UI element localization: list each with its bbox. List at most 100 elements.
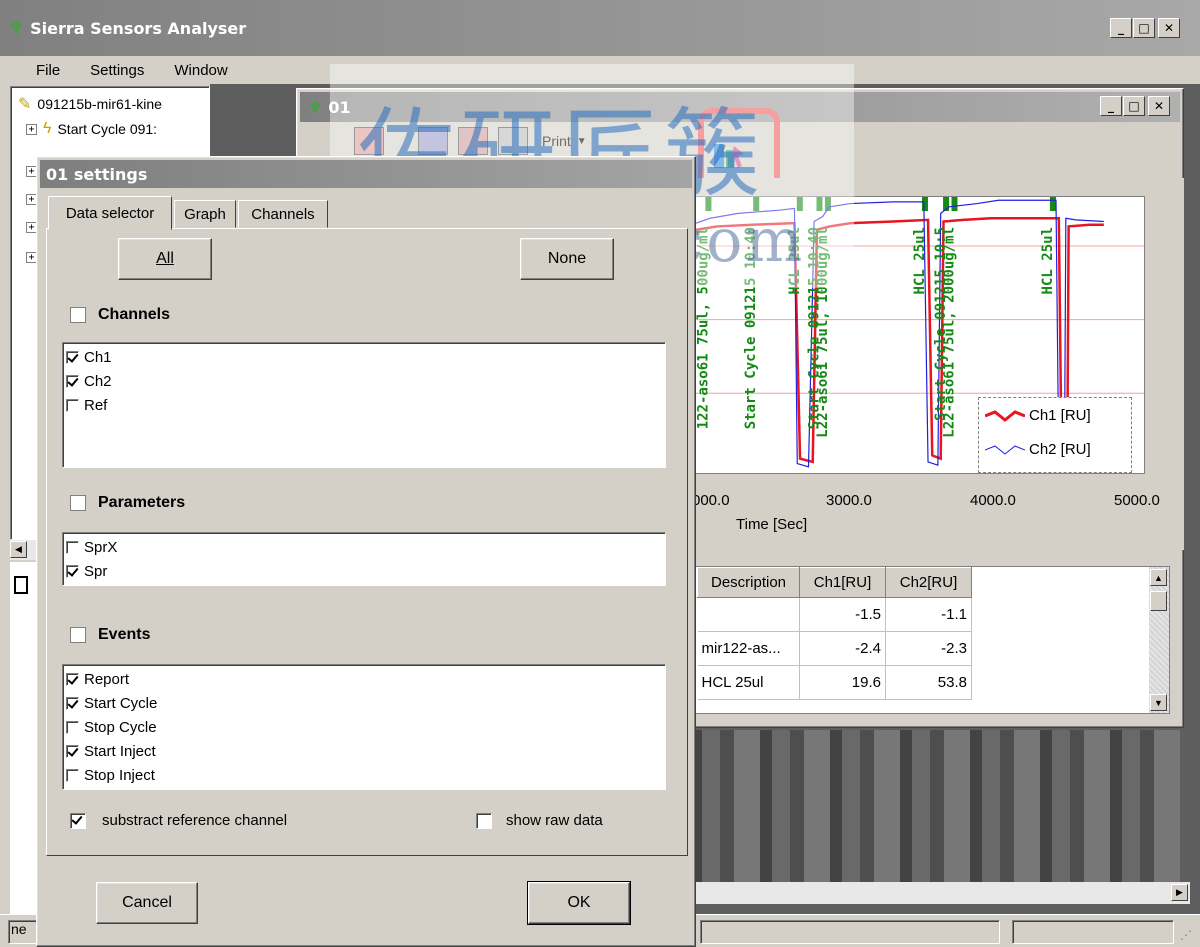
- legend-swatch-ch2: [985, 445, 1025, 455]
- scroll-down-icon[interactable]: ▼: [1150, 694, 1167, 711]
- close-button[interactable]: ✕: [1158, 18, 1180, 38]
- event-label: HCL 25ul: [912, 227, 928, 294]
- toolbar-button-1[interactable]: [354, 127, 384, 155]
- tree-child[interactable]: + ϟ Start Cycle 091:: [26, 120, 157, 138]
- show-raw-data-checkbox[interactable]: [476, 812, 492, 829]
- status-left-text: ne: [11, 921, 27, 937]
- menu-bar: File Settings Window: [0, 56, 1200, 84]
- event-marker: [921, 197, 928, 211]
- scroll-left-icon[interactable]: ◀: [10, 541, 27, 558]
- list-item[interactable]: Spr: [66, 559, 662, 583]
- checkbox[interactable]: [66, 350, 79, 364]
- tab-label: Data selector: [65, 204, 155, 222]
- channels-section-header[interactable]: Channels: [70, 306, 170, 324]
- events-all-checkbox[interactable]: [70, 627, 86, 643]
- none-button[interactable]: None: [520, 238, 614, 280]
- checkbox[interactable]: [66, 540, 79, 554]
- scroll-up-icon[interactable]: ▲: [1150, 569, 1167, 586]
- parameters-label: Parameters: [98, 494, 186, 511]
- minimize-button[interactable]: _: [1110, 18, 1132, 38]
- all-button[interactable]: All: [118, 238, 212, 280]
- list-item[interactable]: Ch2: [66, 369, 662, 393]
- settings-tool-icon[interactable]: [712, 140, 748, 172]
- status-panel-right: [1012, 920, 1174, 944]
- show-raw-data-option[interactable]: show raw data: [476, 812, 603, 829]
- substract-reference-label: substract reference channel: [102, 812, 288, 829]
- list-item[interactable]: SprX: [66, 535, 662, 559]
- resize-grip-icon[interactable]: ⋰: [1180, 928, 1192, 942]
- checkbox[interactable]: [66, 768, 79, 782]
- checkbox[interactable]: [66, 564, 79, 578]
- lightning-icon: ϟ: [43, 120, 52, 137]
- list-item[interactable]: Stop Inject: [66, 763, 662, 787]
- tab-channels[interactable]: Channels: [238, 200, 328, 228]
- menu-settings[interactable]: Settings: [90, 62, 144, 79]
- table-row[interactable]: HCL 25ul 19.6 53.8: [697, 665, 972, 700]
- maximize-button[interactable]: □: [1133, 18, 1155, 38]
- scroll-right-icon[interactable]: ▶: [1171, 884, 1188, 901]
- checkbox[interactable]: [66, 398, 79, 412]
- ok-button[interactable]: OK: [527, 881, 631, 925]
- dialog-title-bar[interactable]: 01 settings: [40, 160, 692, 188]
- x-tick-label: 000.0: [692, 492, 730, 509]
- checkbox[interactable]: [66, 374, 79, 388]
- chevron-down-icon[interactable]: ▼: [577, 136, 587, 147]
- legend-item-ch2: Ch2 [RU]: [979, 432, 1131, 466]
- checkbox[interactable]: [66, 720, 79, 734]
- x-tick-label: 4000.0: [970, 492, 1016, 509]
- child-close-button[interactable]: ✕: [1148, 96, 1170, 116]
- list-item[interactable]: Start Inject: [66, 739, 662, 763]
- list-item[interactable]: Report: [66, 667, 662, 691]
- toolbar-button-4[interactable]: [498, 127, 528, 155]
- col-header[interactable]: Ch2[RU]: [885, 567, 972, 598]
- toolbar-button-2[interactable]: [418, 127, 448, 155]
- item-label: Stop Cycle: [84, 718, 157, 736]
- parameters-section-header[interactable]: Parameters: [70, 494, 185, 512]
- x-tick-label: 5000.0: [1114, 492, 1160, 509]
- table-row[interactable]: -1.5 -1.1: [697, 597, 972, 632]
- list-item[interactable]: Stop Cycle: [66, 715, 662, 739]
- table-vscrollbar[interactable]: ▲ ▼: [1149, 567, 1169, 713]
- print-dropdown[interactable]: Print: [542, 133, 571, 149]
- child-minimize-button[interactable]: _: [1100, 96, 1122, 116]
- tree-child-label: Start Cycle 091:: [57, 121, 158, 137]
- col-header[interactable]: Ch1[RU]: [799, 567, 886, 598]
- events-section-header[interactable]: Events: [70, 626, 150, 644]
- menu-window[interactable]: Window: [174, 62, 227, 79]
- table-cell: [697, 597, 800, 632]
- toolbar-button-3[interactable]: [458, 127, 488, 155]
- tree-root[interactable]: ✎ 091215b-mir61-kine: [18, 94, 162, 114]
- table-cell: 53.8: [885, 665, 972, 700]
- small-box-icon: [14, 576, 28, 594]
- status-panel-left: ne: [8, 920, 38, 944]
- child-maximize-button[interactable]: □: [1123, 96, 1145, 116]
- folder-star-icon: ✎: [18, 96, 32, 113]
- checkbox[interactable]: [66, 744, 79, 758]
- channels-all-checkbox[interactable]: [70, 307, 86, 323]
- table-cell: -1.1: [885, 597, 972, 632]
- substract-reference-option[interactable]: substract reference channel: [70, 812, 287, 829]
- checkbox[interactable]: [66, 672, 79, 686]
- app-title-bar[interactable]: ♆ Sierra Sensors Analyser: [0, 0, 1200, 56]
- menu-file[interactable]: File: [36, 62, 60, 79]
- x-axis-label: Time [Sec]: [736, 516, 808, 533]
- substract-reference-checkbox[interactable]: [70, 812, 86, 829]
- table-cell: 19.6: [799, 665, 886, 700]
- checkbox[interactable]: [66, 696, 79, 710]
- status-panel-mid: [700, 920, 1000, 944]
- tab-data-selector[interactable]: Data selector: [48, 196, 172, 230]
- table-row[interactable]: mir122-as... -2.4 -2.3: [697, 631, 972, 666]
- item-label: SprX: [84, 538, 118, 556]
- list-item[interactable]: Ref: [66, 393, 662, 417]
- scroll-thumb[interactable]: [1150, 591, 1167, 611]
- list-item[interactable]: Ch1: [66, 345, 662, 369]
- app-title: Sierra Sensors Analyser: [30, 18, 247, 38]
- list-item[interactable]: Start Cycle: [66, 691, 662, 715]
- main-hscrollbar[interactable]: ▶: [690, 882, 1190, 904]
- cancel-button[interactable]: Cancel: [96, 882, 198, 924]
- tab-graph[interactable]: Graph: [174, 200, 236, 228]
- col-header[interactable]: Description: [697, 567, 800, 598]
- table-cell: HCL 25ul: [697, 665, 800, 700]
- tree-expand-icon[interactable]: +: [26, 123, 37, 135]
- parameters-all-checkbox[interactable]: [70, 495, 86, 511]
